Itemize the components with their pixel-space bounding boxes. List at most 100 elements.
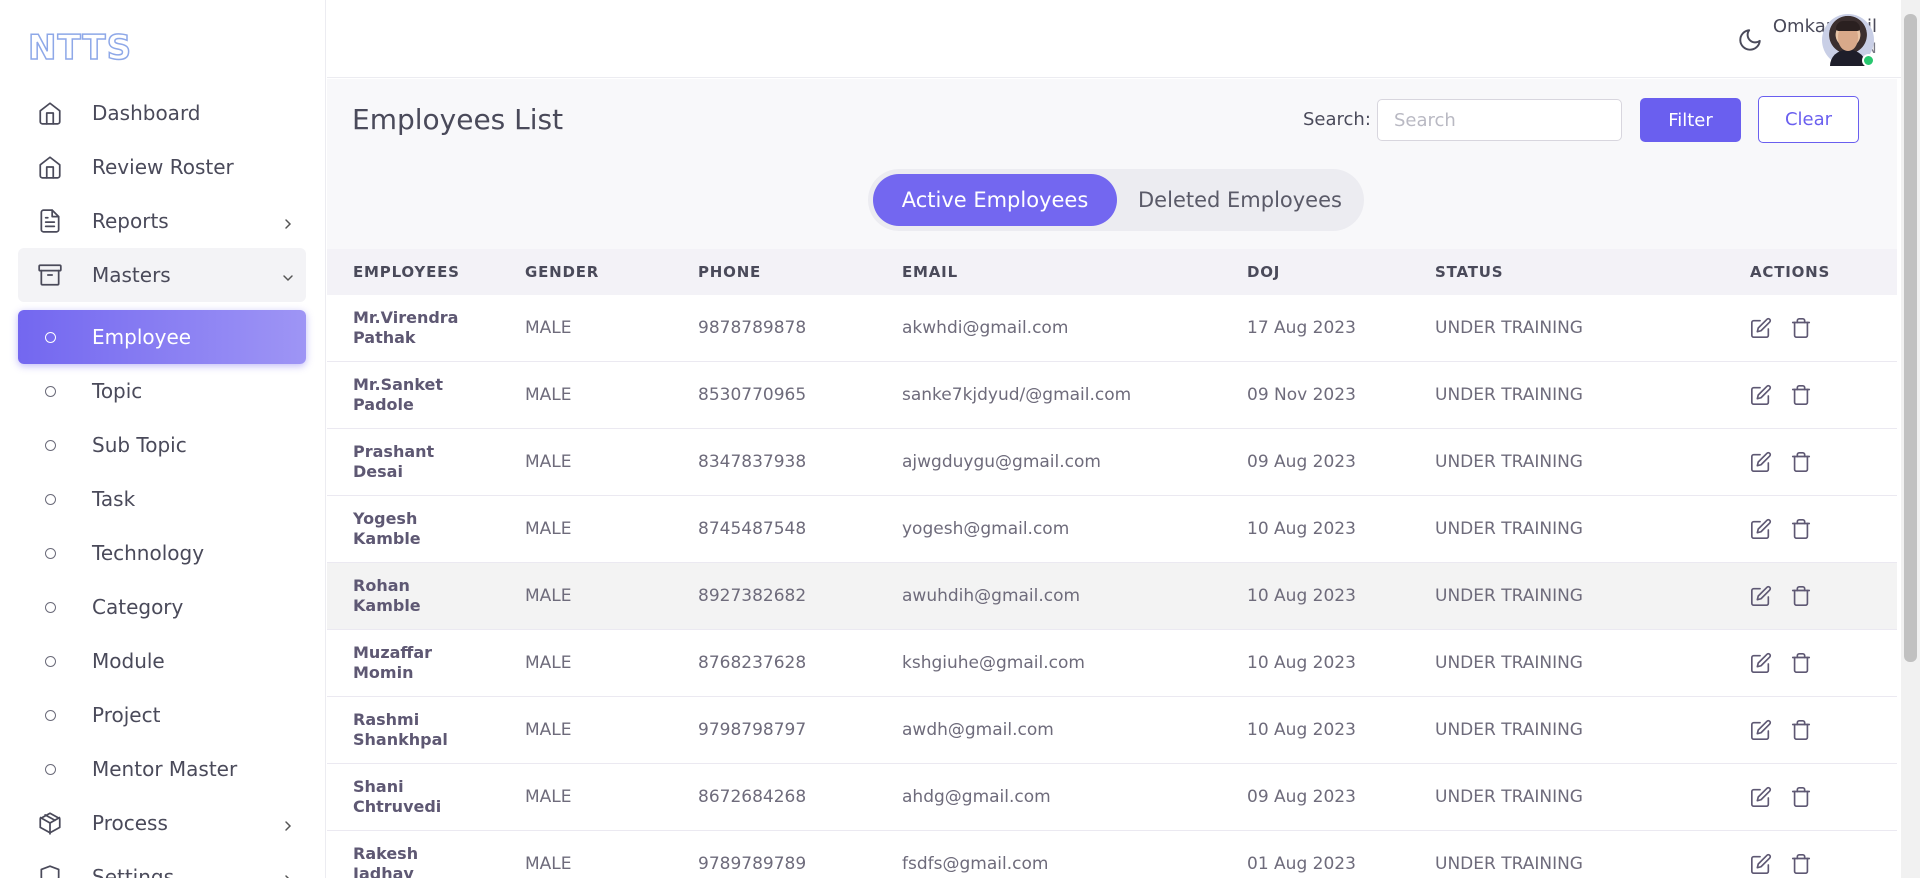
file-text-icon — [36, 207, 64, 235]
row-actions — [1724, 317, 1897, 339]
sidebar-subitem-module[interactable]: Module — [18, 634, 306, 688]
sidebar-item-label: Process — [92, 811, 168, 835]
employee-gender: MALE — [525, 653, 572, 673]
sidebar-item-label: Reports — [92, 209, 169, 233]
trash-icon[interactable] — [1790, 384, 1812, 406]
sidebar-subitem-topic[interactable]: Topic — [18, 364, 306, 418]
employee-email: yogesh@gmail.com — [902, 519, 1070, 539]
sidebar-item-label: Project — [92, 703, 161, 727]
edit-icon[interactable] — [1750, 317, 1772, 339]
sidebar-item-process[interactable]: Process — [18, 796, 306, 850]
edit-icon[interactable] — [1750, 585, 1772, 607]
tab-deleted-employees[interactable]: Deleted Employees — [1124, 174, 1356, 226]
sidebar-subitem-mentor-master[interactable]: Mentor Master — [18, 742, 306, 796]
employee-phone: 9798798797 — [698, 720, 807, 740]
edit-icon[interactable] — [1750, 451, 1772, 473]
employee-name: Yogesh Kamble — [353, 509, 421, 548]
sidebar-subitem-technology[interactable]: Technology — [18, 526, 306, 580]
trash-icon[interactable] — [1790, 585, 1812, 607]
edit-icon[interactable] — [1750, 719, 1772, 741]
sidebar-subitem-task[interactable]: Task — [18, 472, 306, 526]
edit-icon[interactable] — [1750, 786, 1772, 808]
sidebar-subitem-project[interactable]: Project — [18, 688, 306, 742]
table-row[interactable]: Prashant Desai MALE 8347837938 ajwgduygu@gma… — [327, 429, 1897, 496]
table-row[interactable]: Yogesh Kamble MALE 8745487548 yogesh@gmail.c… — [327, 496, 1897, 563]
search-label: Search: — [1303, 109, 1371, 130]
chevron-down-icon — [280, 267, 296, 283]
table-row[interactable]: Rakesh Jadhav MALE 9789789789 fsdfs@gmail.co… — [327, 831, 1897, 878]
table-row[interactable]: Mr.Sanket Padole MALE 8530770965 sanke7kjdyu… — [327, 362, 1897, 429]
avatar[interactable] — [1822, 14, 1875, 67]
trash-icon[interactable] — [1790, 518, 1812, 540]
employee-status: UNDER TRAINING — [1435, 318, 1583, 338]
sidebar-subitem-employee[interactable]: Employee — [18, 310, 306, 364]
sidebar-item-label: Module — [92, 649, 165, 673]
employee-name: Rashmi Shankhpal — [353, 710, 448, 749]
sidebar-item-label: Employee — [92, 325, 192, 349]
trash-icon[interactable] — [1790, 719, 1812, 741]
employee-tabs: Active Employees Deleted Employees — [868, 169, 1364, 231]
filter-button[interactable]: Filter — [1640, 98, 1741, 142]
table-row[interactable]: Shani Chtruvedi MALE 8672684268 ahdg@gmail.c… — [327, 764, 1897, 831]
page-title: Employees List — [352, 103, 564, 136]
circle-icon — [36, 485, 64, 513]
employee-status: UNDER TRAINING — [1435, 854, 1583, 874]
employee-phone: 8768237628 — [698, 653, 807, 673]
table-row[interactable]: Muzaffar Momin MALE 8768237628 kshgiuhe@gmai… — [327, 630, 1897, 697]
employee-phone: 9789789789 — [698, 854, 807, 874]
employee-name: Rohan Kamble — [353, 576, 421, 615]
circle-icon — [36, 647, 64, 675]
employee-doj: 10 Aug 2023 — [1247, 519, 1356, 539]
employee-status: UNDER TRAINING — [1435, 452, 1583, 472]
sidebar-item-label: Dashboard — [92, 101, 201, 125]
column-header: EMAIL — [902, 263, 958, 281]
sidebar-item-reports[interactable]: Reports — [18, 194, 306, 248]
circle-icon — [36, 755, 64, 783]
trash-icon[interactable] — [1790, 853, 1812, 875]
trash-icon[interactable] — [1790, 652, 1812, 674]
row-actions — [1724, 451, 1897, 473]
sidebar-item-settings[interactable]: Settings — [18, 850, 306, 878]
edit-icon[interactable] — [1750, 853, 1772, 875]
employee-status: UNDER TRAINING — [1435, 653, 1583, 673]
app-logo[interactable]: NTTS — [27, 27, 132, 69]
employees-table: EMPLOYEES GENDER PHONE EMAIL DOJ STATUS … — [327, 249, 1897, 878]
scrollbar-thumb[interactable] — [1904, 14, 1917, 662]
trash-icon[interactable] — [1790, 451, 1812, 473]
shield-icon — [36, 863, 64, 878]
employee-doj: 09 Nov 2023 — [1247, 385, 1356, 405]
sidebar-subitem-sub-topic[interactable]: Sub Topic — [18, 418, 306, 472]
employee-doj: 10 Aug 2023 — [1247, 586, 1356, 606]
table-row[interactable]: Rohan Kamble MALE 8927382682 awuhdih@gmail.c… — [327, 563, 1897, 630]
sidebar-item-masters[interactable]: Masters — [18, 248, 306, 302]
row-actions — [1724, 585, 1897, 607]
trash-icon[interactable] — [1790, 786, 1812, 808]
employee-gender: MALE — [525, 318, 572, 338]
employee-phone: 8530770965 — [698, 385, 807, 405]
clear-button[interactable]: Clear — [1758, 96, 1859, 143]
sidebar-item-dashboard[interactable]: Dashboard — [18, 86, 306, 140]
edit-icon[interactable] — [1750, 384, 1772, 406]
column-header: EMPLOYEES — [353, 263, 460, 281]
sidebar-item-review-roster[interactable]: Review Roster — [18, 140, 306, 194]
search-input[interactable] — [1377, 99, 1622, 141]
employee-email: ahdg@gmail.com — [902, 787, 1051, 807]
table-row[interactable]: Mr.Virendra Pathak MALE 9878789878 akwhdi@gm… — [327, 295, 1897, 362]
trash-icon[interactable] — [1790, 317, 1812, 339]
row-actions — [1724, 786, 1897, 808]
edit-icon[interactable] — [1750, 652, 1772, 674]
employee-phone: 8347837938 — [698, 452, 807, 472]
employee-doj: 09 Aug 2023 — [1247, 787, 1356, 807]
employee-phone: 8745487548 — [698, 519, 807, 539]
edit-icon[interactable] — [1750, 518, 1772, 540]
circle-icon — [36, 323, 64, 351]
row-actions — [1724, 719, 1897, 741]
employee-email: awdh@gmail.com — [902, 720, 1054, 740]
employee-name: Mr.Sanket Padole — [353, 375, 444, 414]
table-row[interactable]: Rashmi Shankhpal MALE 9798798797 awdh@gmail.… — [327, 697, 1897, 764]
employee-doj: 09 Aug 2023 — [1247, 452, 1356, 472]
employee-doj: 10 Aug 2023 — [1247, 720, 1356, 740]
sidebar-subitem-category[interactable]: Category — [18, 580, 306, 634]
tab-active-employees[interactable]: Active Employees — [873, 174, 1117, 226]
employee-status: UNDER TRAINING — [1435, 787, 1583, 807]
